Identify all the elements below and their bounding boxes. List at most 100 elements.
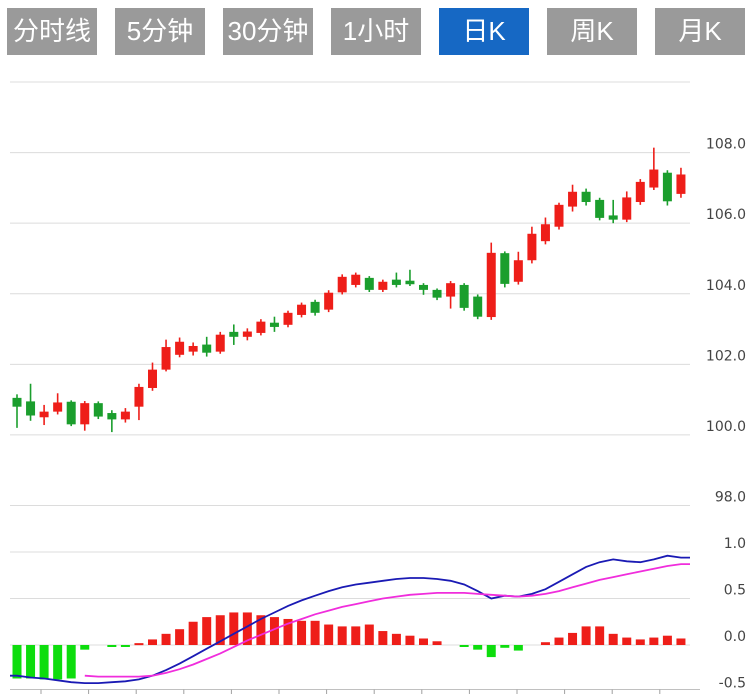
- macd-bar-down: [514, 645, 523, 651]
- candle-body-up: [297, 305, 306, 315]
- candle-body-down: [270, 323, 279, 327]
- candle-body-down: [500, 253, 509, 284]
- macd-bar-down: [500, 645, 509, 648]
- candle-body-down: [609, 215, 618, 219]
- price-axis-labels: 108.0 106.0 104.0 102.0 100.0 98.0: [706, 137, 746, 506]
- candle-body-up: [338, 277, 347, 293]
- macd-bar-down: [121, 645, 130, 647]
- macd-bar-up: [555, 638, 564, 645]
- candle-body-up: [189, 346, 198, 352]
- candle-body-up: [256, 322, 265, 333]
- candle-body-down: [229, 332, 238, 337]
- macd-bar-up: [622, 638, 631, 645]
- macd-bar-up: [609, 634, 618, 645]
- macd-bar-down: [13, 645, 22, 678]
- candle-body-up: [487, 253, 496, 317]
- candle-body-up: [40, 412, 49, 418]
- macd-bar-down: [40, 645, 49, 679]
- candle-body-down: [94, 403, 103, 416]
- candle-body-up: [284, 313, 293, 325]
- macd-bar-up: [324, 625, 333, 645]
- candle-body-down: [663, 173, 672, 202]
- candle-body-down: [107, 413, 116, 419]
- candle-body-down: [26, 401, 35, 415]
- indicator-tick-label: 0.5: [724, 583, 746, 599]
- candle-body-down: [473, 297, 482, 317]
- candle-body-up: [378, 282, 387, 290]
- macd-bar-up: [365, 625, 374, 645]
- candle-body-up: [148, 370, 157, 388]
- macd-bar-up: [676, 638, 685, 645]
- macd-bar-up: [148, 639, 157, 645]
- macd-bar-up: [582, 626, 591, 645]
- macd-bar-up: [189, 622, 198, 645]
- candle-body-down: [311, 302, 320, 313]
- macd-bar-up: [202, 617, 211, 645]
- candle-body-up: [446, 283, 455, 296]
- price-tick-label: 104.0: [706, 278, 746, 294]
- price-tick-label: 98.0: [715, 490, 746, 506]
- macd-bar-down: [26, 645, 35, 678]
- candle-body-up: [636, 182, 645, 202]
- candle-body-up: [53, 402, 62, 411]
- candle-body-up: [676, 174, 685, 193]
- indicator-tick-label: -0.5: [719, 676, 746, 692]
- price-tick-label: 100.0: [706, 419, 746, 435]
- macd-bar-up: [229, 612, 238, 645]
- candle-body-up: [243, 332, 252, 337]
- macd-bar-up: [649, 638, 658, 645]
- kline-chart: 108.0 106.0 104.0 102.0 100.0 98.0 1.00.50.0-0…: [0, 0, 755, 694]
- macd-histogram: [13, 612, 686, 679]
- candle-body-up: [162, 347, 171, 370]
- macd-bar-down: [53, 645, 62, 679]
- macd-bar-up: [392, 634, 401, 645]
- x-axis: [10, 690, 700, 694]
- macd-bar-up: [351, 626, 360, 645]
- macd-bar-up: [297, 621, 306, 645]
- candle-body-up: [80, 403, 89, 424]
- price-tick-label: 106.0: [706, 207, 746, 223]
- macd-bar-down: [67, 645, 76, 678]
- candle-body-down: [67, 402, 76, 425]
- macd-dif-line: [10, 556, 690, 683]
- macd-bar-down: [487, 645, 496, 657]
- candle-body-down: [365, 278, 374, 290]
- candle-body-up: [622, 197, 631, 219]
- macd-bar-up: [175, 629, 184, 645]
- price-tick-label: 102.0: [706, 348, 746, 364]
- candle-body-up: [649, 170, 658, 188]
- candle-body-up: [351, 275, 360, 285]
- macd-bar-down: [460, 645, 469, 647]
- candle-body-down: [405, 281, 414, 285]
- kline-chart-app: 分时线 5分钟 30分钟 1小时 日K 周K 月K 108.0106.0104.…: [0, 0, 755, 694]
- candle-body-down: [595, 200, 604, 218]
- candle-body-up: [541, 224, 550, 241]
- candle-body-down: [13, 398, 22, 407]
- price-tick-label: 108.0: [706, 137, 746, 153]
- indicator-axis-labels: 1.00.50.0-0.5: [719, 536, 746, 692]
- macd-bar-up: [636, 639, 645, 645]
- macd-bar-up: [338, 626, 347, 645]
- candle-body-up: [555, 205, 564, 227]
- macd-bar-up: [568, 633, 577, 645]
- macd-bar-up: [595, 626, 604, 645]
- candlestick-series: [13, 148, 686, 432]
- candle-body-up: [527, 234, 536, 260]
- candle-body-up: [568, 192, 577, 207]
- candle-body-up: [216, 335, 225, 352]
- candle-body-down: [460, 285, 469, 308]
- macd-bar-up: [663, 636, 672, 645]
- candle-body-down: [433, 290, 442, 298]
- macd-bar-down: [473, 645, 482, 650]
- candle-body-down: [419, 285, 428, 290]
- macd-bar-down: [107, 645, 116, 647]
- candle-body-up: [324, 293, 333, 310]
- macd-bar-up: [541, 642, 550, 645]
- macd-bar-up: [405, 636, 414, 645]
- macd-bar-down: [80, 645, 89, 650]
- macd-bar-up: [311, 621, 320, 645]
- candle-body-down: [202, 345, 211, 353]
- candle-body-up: [514, 260, 523, 282]
- macd-bar-up: [419, 638, 428, 645]
- macd-bar-up: [378, 631, 387, 645]
